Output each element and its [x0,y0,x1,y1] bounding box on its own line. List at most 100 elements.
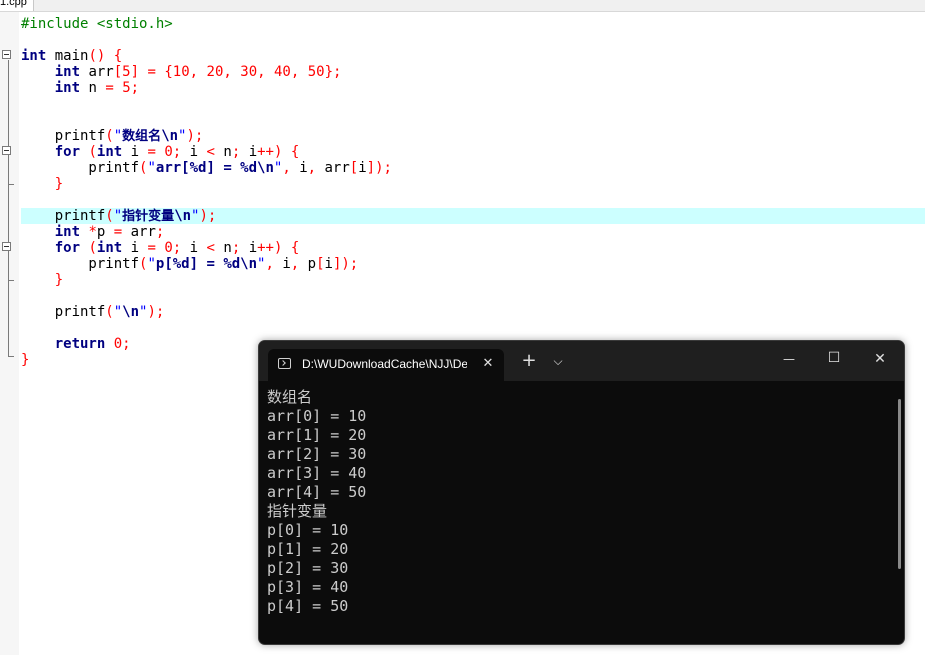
code-token: = [147,144,156,160]
code-token: ]); [366,160,392,176]
code-token: }; [324,64,342,80]
code-token: i [358,160,367,176]
code-token: 5 [122,80,131,96]
code-token: ); [147,304,165,320]
code-token: " [113,128,123,144]
minimize-icon[interactable]: — [781,351,797,367]
terminal-scrollbar[interactable] [898,399,901,569]
code-token: { [164,64,173,80]
code-token: = [113,224,123,240]
terminal-output-line: arr[4] = 50 [267,483,367,501]
code-token: for [54,240,81,256]
terminal-output-line: arr[3] = 40 [267,464,367,482]
close-window-icon[interactable]: ✕ [872,351,888,367]
terminal-output-line: arr[0] = 10 [267,407,367,425]
code-token: i [181,240,207,256]
code-token: ; [130,80,140,96]
code-line[interactable]: int main() { [21,48,122,64]
code-token: n [80,80,106,96]
code-line[interactable]: return 0; [21,336,131,352]
code-token: printf [21,256,140,272]
code-token: i [290,160,308,176]
code-token: , [290,256,300,272]
code-token: p[%d] = %d\n [155,256,258,272]
code-token: ; [231,240,241,256]
code-token: n [214,240,232,256]
code-token: return [54,336,106,352]
code-token: , [265,256,274,272]
code-line[interactable]: #include <stdio.h> [21,16,173,32]
code-token: 0 [164,144,173,160]
close-tab-icon[interactable]: ✕ [481,356,495,372]
code-token: ); [186,128,204,144]
code-token: arr [122,224,156,240]
code-line[interactable]: printf("arr[%d] = %d\n", i, arr[i]); [21,160,392,176]
code-token: n [214,144,232,160]
code-token: 50 [307,64,325,80]
terminal-output-line: p[4] = 50 [267,597,349,615]
code-line[interactable]: printf("\n"); [21,304,165,320]
terminal-titlebar[interactable]: D:\WUDownloadCache\NJJ\Dev ✕ + ⌵ — ☐ ✕ [259,341,904,381]
chevron-down-icon[interactable]: ⌵ [550,352,566,370]
code-token: int [21,48,47,64]
code-token: [ [349,160,359,176]
terminal-output-line: p[1] = 20 [267,540,349,558]
code-token: arr [316,160,350,176]
fold-toggle-main[interactable] [2,50,11,59]
code-token: { [290,240,300,256]
code-token: ; [122,336,131,352]
code-token: , [282,160,291,176]
code-token: i [324,256,333,272]
fold-toggle-for-1[interactable] [2,146,11,155]
code-line[interactable]: int arr[5] = {10, 20, 30, 40, 50}; [21,64,342,80]
code-token: 数组名 [122,129,162,144]
code-token: () [88,48,106,64]
code-token: , [189,64,199,80]
code-token: , [257,64,266,80]
code-token: arr [80,64,114,80]
code-line[interactable]: int *p = arr; [21,224,165,240]
terminal-output-line: p[0] = 10 [267,521,349,539]
code-token: printf [21,304,106,320]
code-token: ] [130,64,140,80]
file-tab[interactable]: 1.cpp [0,0,34,11]
code-token: " [113,304,123,320]
code-line[interactable]: printf("指针变量\n"); [21,208,217,224]
code-line[interactable]: for (int i = 0; i < n; i++) { [21,144,300,160]
code-line[interactable]: printf("数组名\n"); [21,128,204,144]
code-token: ]); [332,256,359,272]
code-line[interactable]: for (int i = 0; i < n; i++) { [21,240,300,256]
code-line[interactable]: } [21,272,63,288]
code-token: ; [231,144,241,160]
code-line[interactable]: int n = 5; [21,80,139,96]
code-token: [ [316,256,325,272]
fold-toggle-for-2[interactable] [2,242,11,251]
fold-end-main [8,356,14,357]
terminal-window[interactable]: D:\WUDownloadCache\NJJ\Dev ✕ + ⌵ — ☐ ✕ 数… [258,340,905,645]
code-line[interactable]: printf("p[%d] = %d\n", i, p[i]); [21,256,358,272]
code-token: \n [174,208,192,224]
code-token: < [206,144,215,160]
code-token: , [307,160,317,176]
code-token: i [240,144,258,160]
terminal-tab[interactable]: D:\WUDownloadCache\NJJ\Dev ✕ [268,349,504,381]
code-line[interactable]: } [21,352,29,368]
code-line[interactable]: } [21,176,63,192]
maximize-icon[interactable]: ☐ [826,350,842,366]
terminal-output-line: 指针变量 [267,502,328,520]
terminal-output: 数组名 arr[0] = 10 arr[1] = 20 arr[2] = 30 arr[… [267,388,887,616]
code-token: int [54,80,81,96]
code-token: arr[%d] = %d\n [155,160,274,176]
new-tab-icon[interactable]: + [521,351,537,371]
code-token: } [54,272,64,288]
code-token: ( [105,208,114,224]
